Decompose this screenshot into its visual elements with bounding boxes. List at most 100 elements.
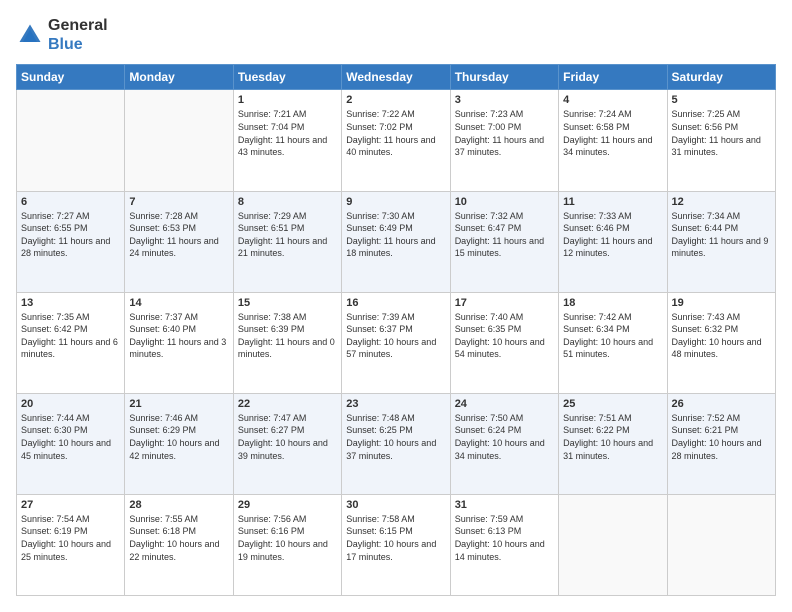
weekday-header-sunday: Sunday bbox=[17, 65, 125, 90]
sunset: Sunset: 6:18 PM bbox=[129, 526, 196, 536]
day-info: Sunrise: 7:28 AM Sunset: 6:53 PM Dayligh… bbox=[129, 210, 228, 260]
daylight: Daylight: 10 hours and 19 minutes. bbox=[238, 539, 328, 562]
sunset: Sunset: 6:39 PM bbox=[238, 324, 305, 334]
day-info: Sunrise: 7:48 AM Sunset: 6:25 PM Dayligh… bbox=[346, 412, 445, 462]
day-cell-29: 29 Sunrise: 7:56 AM Sunset: 6:16 PM Dayl… bbox=[233, 494, 341, 595]
sunrise: Sunrise: 7:27 AM bbox=[21, 211, 90, 221]
sunset: Sunset: 6:53 PM bbox=[129, 223, 196, 233]
sunset: Sunset: 6:34 PM bbox=[563, 324, 630, 334]
day-cell-17: 17 Sunrise: 7:40 AM Sunset: 6:35 PM Dayl… bbox=[450, 292, 558, 393]
day-cell-8: 8 Sunrise: 7:29 AM Sunset: 6:51 PM Dayli… bbox=[233, 191, 341, 292]
day-number: 29 bbox=[238, 499, 337, 511]
sunset: Sunset: 6:27 PM bbox=[238, 425, 305, 435]
week-row-1: 1 Sunrise: 7:21 AM Sunset: 7:04 PM Dayli… bbox=[17, 90, 776, 191]
week-row-3: 13 Sunrise: 7:35 AM Sunset: 6:42 PM Dayl… bbox=[17, 292, 776, 393]
day-cell-21: 21 Sunrise: 7:46 AM Sunset: 6:29 PM Dayl… bbox=[125, 393, 233, 494]
weekday-header-row: SundayMondayTuesdayWednesdayThursdayFrid… bbox=[17, 65, 776, 90]
empty-cell bbox=[667, 494, 775, 595]
day-cell-4: 4 Sunrise: 7:24 AM Sunset: 6:58 PM Dayli… bbox=[559, 90, 667, 191]
day-number: 27 bbox=[21, 499, 120, 511]
sunrise: Sunrise: 7:39 AM bbox=[346, 312, 415, 322]
day-cell-5: 5 Sunrise: 7:25 AM Sunset: 6:56 PM Dayli… bbox=[667, 90, 775, 191]
day-cell-7: 7 Sunrise: 7:28 AM Sunset: 6:53 PM Dayli… bbox=[125, 191, 233, 292]
day-info: Sunrise: 7:52 AM Sunset: 6:21 PM Dayligh… bbox=[672, 412, 771, 462]
sunrise: Sunrise: 7:54 AM bbox=[21, 514, 90, 524]
sunrise: Sunrise: 7:40 AM bbox=[455, 312, 524, 322]
day-number: 21 bbox=[129, 398, 228, 410]
sunrise: Sunrise: 7:43 AM bbox=[672, 312, 741, 322]
sunset: Sunset: 6:29 PM bbox=[129, 425, 196, 435]
sunset: Sunset: 6:37 PM bbox=[346, 324, 413, 334]
daylight: Daylight: 11 hours and 9 minutes. bbox=[672, 236, 769, 259]
sunset: Sunset: 6:44 PM bbox=[672, 223, 739, 233]
weekday-header-wednesday: Wednesday bbox=[342, 65, 450, 90]
day-cell-9: 9 Sunrise: 7:30 AM Sunset: 6:49 PM Dayli… bbox=[342, 191, 450, 292]
sunset: Sunset: 6:25 PM bbox=[346, 425, 413, 435]
day-info: Sunrise: 7:56 AM Sunset: 6:16 PM Dayligh… bbox=[238, 513, 337, 563]
day-info: Sunrise: 7:25 AM Sunset: 6:56 PM Dayligh… bbox=[672, 108, 771, 158]
sunrise: Sunrise: 7:23 AM bbox=[455, 109, 524, 119]
sunset: Sunset: 7:00 PM bbox=[455, 122, 522, 132]
sunrise: Sunrise: 7:25 AM bbox=[672, 109, 741, 119]
day-info: Sunrise: 7:30 AM Sunset: 6:49 PM Dayligh… bbox=[346, 210, 445, 260]
day-cell-14: 14 Sunrise: 7:37 AM Sunset: 6:40 PM Dayl… bbox=[125, 292, 233, 393]
day-number: 15 bbox=[238, 297, 337, 309]
day-info: Sunrise: 7:21 AM Sunset: 7:04 PM Dayligh… bbox=[238, 108, 337, 158]
day-info: Sunrise: 7:47 AM Sunset: 6:27 PM Dayligh… bbox=[238, 412, 337, 462]
day-cell-15: 15 Sunrise: 7:38 AM Sunset: 6:39 PM Dayl… bbox=[233, 292, 341, 393]
daylight: Daylight: 11 hours and 12 minutes. bbox=[563, 236, 652, 259]
day-number: 26 bbox=[672, 398, 771, 410]
day-number: 8 bbox=[238, 196, 337, 208]
sunrise: Sunrise: 7:51 AM bbox=[563, 413, 632, 423]
day-number: 31 bbox=[455, 499, 554, 511]
day-cell-25: 25 Sunrise: 7:51 AM Sunset: 6:22 PM Dayl… bbox=[559, 393, 667, 494]
daylight: Daylight: 10 hours and 34 minutes. bbox=[455, 438, 545, 461]
sunset: Sunset: 6:58 PM bbox=[563, 122, 630, 132]
logo-text: General Blue bbox=[48, 16, 108, 54]
sunrise: Sunrise: 7:33 AM bbox=[563, 211, 632, 221]
daylight: Daylight: 10 hours and 57 minutes. bbox=[346, 337, 436, 360]
daylight: Daylight: 11 hours and 0 minutes. bbox=[238, 337, 335, 360]
day-info: Sunrise: 7:40 AM Sunset: 6:35 PM Dayligh… bbox=[455, 311, 554, 361]
daylight: Daylight: 11 hours and 24 minutes. bbox=[129, 236, 218, 259]
day-info: Sunrise: 7:35 AM Sunset: 6:42 PM Dayligh… bbox=[21, 311, 120, 361]
day-cell-13: 13 Sunrise: 7:35 AM Sunset: 6:42 PM Dayl… bbox=[17, 292, 125, 393]
daylight: Daylight: 11 hours and 31 minutes. bbox=[672, 135, 761, 158]
day-number: 11 bbox=[563, 196, 662, 208]
sunset: Sunset: 6:55 PM bbox=[21, 223, 88, 233]
day-cell-3: 3 Sunrise: 7:23 AM Sunset: 7:00 PM Dayli… bbox=[450, 90, 558, 191]
day-cell-19: 19 Sunrise: 7:43 AM Sunset: 6:32 PM Dayl… bbox=[667, 292, 775, 393]
day-info: Sunrise: 7:42 AM Sunset: 6:34 PM Dayligh… bbox=[563, 311, 662, 361]
sunrise: Sunrise: 7:58 AM bbox=[346, 514, 415, 524]
day-number: 13 bbox=[21, 297, 120, 309]
week-row-5: 27 Sunrise: 7:54 AM Sunset: 6:19 PM Dayl… bbox=[17, 494, 776, 595]
daylight: Daylight: 10 hours and 37 minutes. bbox=[346, 438, 436, 461]
daylight: Daylight: 10 hours and 28 minutes. bbox=[672, 438, 762, 461]
day-cell-30: 30 Sunrise: 7:58 AM Sunset: 6:15 PM Dayl… bbox=[342, 494, 450, 595]
day-number: 14 bbox=[129, 297, 228, 309]
weekday-header-saturday: Saturday bbox=[667, 65, 775, 90]
calendar: SundayMondayTuesdayWednesdayThursdayFrid… bbox=[16, 64, 776, 596]
daylight: Daylight: 10 hours and 54 minutes. bbox=[455, 337, 545, 360]
day-cell-28: 28 Sunrise: 7:55 AM Sunset: 6:18 PM Dayl… bbox=[125, 494, 233, 595]
day-number: 16 bbox=[346, 297, 445, 309]
day-number: 30 bbox=[346, 499, 445, 511]
day-cell-23: 23 Sunrise: 7:48 AM Sunset: 6:25 PM Dayl… bbox=[342, 393, 450, 494]
day-number: 6 bbox=[21, 196, 120, 208]
day-cell-31: 31 Sunrise: 7:59 AM Sunset: 6:13 PM Dayl… bbox=[450, 494, 558, 595]
day-number: 19 bbox=[672, 297, 771, 309]
day-number: 18 bbox=[563, 297, 662, 309]
sunrise: Sunrise: 7:32 AM bbox=[455, 211, 524, 221]
day-number: 2 bbox=[346, 94, 445, 106]
day-number: 25 bbox=[563, 398, 662, 410]
day-info: Sunrise: 7:55 AM Sunset: 6:18 PM Dayligh… bbox=[129, 513, 228, 563]
weekday-header-tuesday: Tuesday bbox=[233, 65, 341, 90]
weekday-header-monday: Monday bbox=[125, 65, 233, 90]
weekday-header-thursday: Thursday bbox=[450, 65, 558, 90]
daylight: Daylight: 11 hours and 18 minutes. bbox=[346, 236, 435, 259]
empty-cell bbox=[125, 90, 233, 191]
day-cell-10: 10 Sunrise: 7:32 AM Sunset: 6:47 PM Dayl… bbox=[450, 191, 558, 292]
sunset: Sunset: 6:22 PM bbox=[563, 425, 630, 435]
sunset: Sunset: 6:13 PM bbox=[455, 526, 522, 536]
logo: General Blue bbox=[16, 16, 108, 54]
